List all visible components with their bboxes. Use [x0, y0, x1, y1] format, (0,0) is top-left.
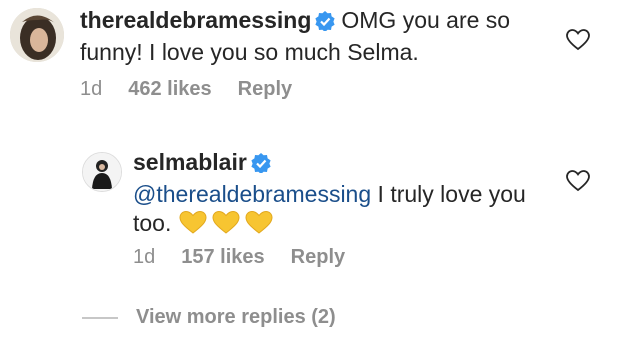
avatar[interactable] [10, 8, 64, 62]
like-heart-icon[interactable] [566, 170, 590, 197]
view-more-replies-button[interactable]: View more replies (2) [82, 306, 336, 329]
username[interactable]: selmablair [133, 149, 247, 175]
username[interactable]: therealdebramessing [80, 7, 311, 33]
likes-count[interactable]: 462 likes [128, 78, 211, 100]
verified-badge-icon [315, 9, 335, 38]
timestamp: 1d [133, 246, 156, 268]
reply-button[interactable]: Reply [238, 78, 292, 100]
comment-body: therealdebramessing OMG you are so funny!… [80, 6, 550, 67]
yellow-heart-emoji-icon [178, 209, 274, 242]
likes-count[interactable]: 157 likes [181, 246, 264, 268]
view-more-label: View more replies (2) [136, 306, 336, 328]
verified-badge-icon [251, 151, 271, 180]
comment-body: selmablair @therealdebramessing I truly l… [133, 148, 533, 242]
timestamp: 1d [80, 78, 103, 100]
reply-button[interactable]: Reply [291, 246, 345, 268]
comment-meta: 1d 462 likes Reply [80, 78, 318, 101]
like-heart-icon[interactable] [566, 29, 590, 56]
divider-line [82, 316, 118, 319]
comment-meta: 1d 157 likes Reply [133, 246, 371, 269]
avatar[interactable] [82, 152, 122, 192]
mention-link[interactable]: @therealdebramessing [133, 181, 371, 207]
